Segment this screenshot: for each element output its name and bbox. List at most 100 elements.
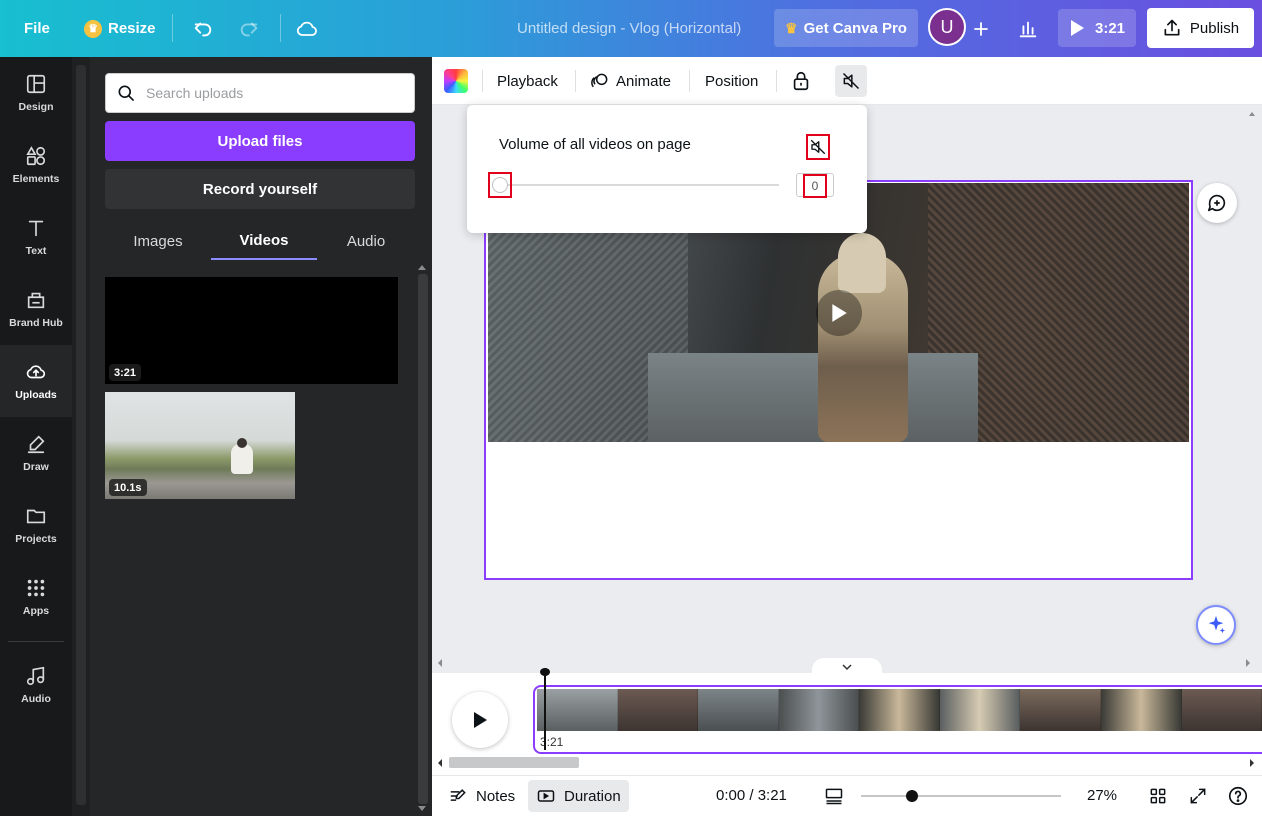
volume-popup [467,105,867,233]
lock-icon [793,71,809,91]
text-icon [28,220,44,237]
help-button[interactable] [1226,784,1250,808]
rail-label: Design [18,101,54,113]
present-play-button[interactable]: 3:21 [1058,9,1136,47]
publish-button[interactable]: Publish [1147,8,1254,48]
rail-item-design[interactable]: Design [0,57,72,129]
rail-label: Projects [15,533,57,545]
undo-icon [194,22,212,37]
position-button[interactable]: Position [705,57,758,105]
bar-chart-icon [1019,21,1037,38]
design-title[interactable]: Untitled design - Vlog (Horizontal) [517,0,741,57]
toolbar-divider [575,70,576,92]
upload-files-button[interactable]: Upload files [105,121,415,161]
rail-item-audio[interactable]: Audio [0,649,72,721]
resize-label: Resize [108,20,156,37]
elements-icon [26,146,46,166]
design-icon [26,74,46,94]
playback-button[interactable]: Playback [497,57,558,105]
notes-button[interactable]: Notes [440,780,523,812]
rail-divider [8,641,64,642]
add-collaborator-button[interactable] [966,14,996,44]
scroll-up-icon [1249,112,1255,116]
brand-hub-icon [27,292,45,309]
volume-value[interactable]: 0 [803,174,827,198]
play-icon [474,712,487,728]
canvas-scrollbar[interactable] [1247,110,1257,655]
timeline-video-clip[interactable] [533,685,1262,754]
share-upload-icon [1164,19,1180,36]
undo-button[interactable] [188,14,218,44]
zoom-slider-track[interactable] [861,795,1061,797]
tab-videos[interactable]: Videos [211,222,317,260]
draw-icon [27,435,45,454]
redo-button[interactable] [234,14,264,44]
header-divider [280,14,281,42]
rail-item-projects[interactable]: Projects [0,489,72,561]
panel-scrollbar[interactable] [415,262,429,816]
toolbar-divider [776,70,777,92]
apps-icon [27,579,45,597]
get-canva-pro-button[interactable]: ♛ Get Canva Pro [774,9,918,47]
rail-item-apps[interactable]: Apps [0,561,72,633]
color-swatch-button[interactable] [444,69,468,93]
rail-item-text[interactable]: Text [0,201,72,273]
user-avatar[interactable]: U [928,8,966,46]
notes-icon [450,789,466,801]
duration-button[interactable]: Duration [528,780,629,812]
toolbar-divider [689,70,690,92]
grid-icon [1150,788,1166,804]
play-icon [832,304,847,322]
animate-button[interactable]: Animate [590,57,671,105]
rail-item-draw[interactable]: Draw [0,417,72,489]
audio-icon [26,666,45,686]
cloud-save-status[interactable] [292,14,322,44]
volume-popup-title: Volume of all videos on page [499,136,691,153]
present-duration: 3:21 [1094,19,1126,37]
timeline-play-button[interactable] [452,692,508,748]
lock-button[interactable] [790,57,812,105]
popup-mute-button[interactable] [806,134,830,160]
page-view-button[interactable] [822,784,846,808]
comment-button[interactable] [1197,183,1237,223]
magic-assistant-button[interactable] [1196,605,1236,645]
volume-slider-handle[interactable] [488,172,512,198]
tab-images[interactable]: Images [105,222,211,260]
play-icon [1070,20,1084,36]
zoom-slider-handle[interactable] [906,790,918,802]
search-uploads-field[interactable] [105,73,415,113]
insights-button[interactable] [1013,14,1043,44]
mute-volume-button[interactable] [835,65,867,97]
notes-label: Notes [476,787,516,805]
time-readout: 0:00 / 3:21 [716,787,787,804]
video-thumbnail[interactable]: 10.1s [105,392,295,499]
sparkle-icon [1208,615,1226,634]
chevron-down-icon [842,663,852,670]
rail-item-elements[interactable]: Elements [0,129,72,201]
get-pro-label: Get Canva Pro [803,19,907,37]
animate-icon [591,73,608,88]
file-menu-button[interactable]: File [24,0,50,57]
video-play-button[interactable] [816,290,862,336]
rail-item-uploads[interactable]: Uploads [0,345,72,417]
volume-mute-icon [842,72,860,90]
timeline-horizontal-scrollbar[interactable] [432,755,1262,771]
volume-slider-track[interactable] [499,184,779,186]
playhead[interactable] [544,668,546,750]
panel-left-scrollbar[interactable] [72,57,90,816]
scroll-right-icon [1246,659,1250,667]
rail-item-brand-hub[interactable]: Brand Hub [0,273,72,345]
zoom-level[interactable]: 27% [1087,787,1117,804]
scroll-right-icon [1250,759,1254,767]
fullscreen-button[interactable] [1186,784,1210,808]
tab-audio[interactable]: Audio [317,222,415,260]
help-icon [1228,786,1248,806]
page-view-icon [825,788,843,805]
search-input[interactable] [146,85,396,101]
grid-view-button[interactable] [1146,784,1170,808]
video-thumbnail[interactable]: 3:21 [105,277,398,384]
resize-button[interactable]: ♛ Resize [84,0,156,57]
uploads-icon [26,365,46,379]
duration-label: Duration [564,787,621,805]
record-yourself-button[interactable]: Record yourself [105,169,415,209]
